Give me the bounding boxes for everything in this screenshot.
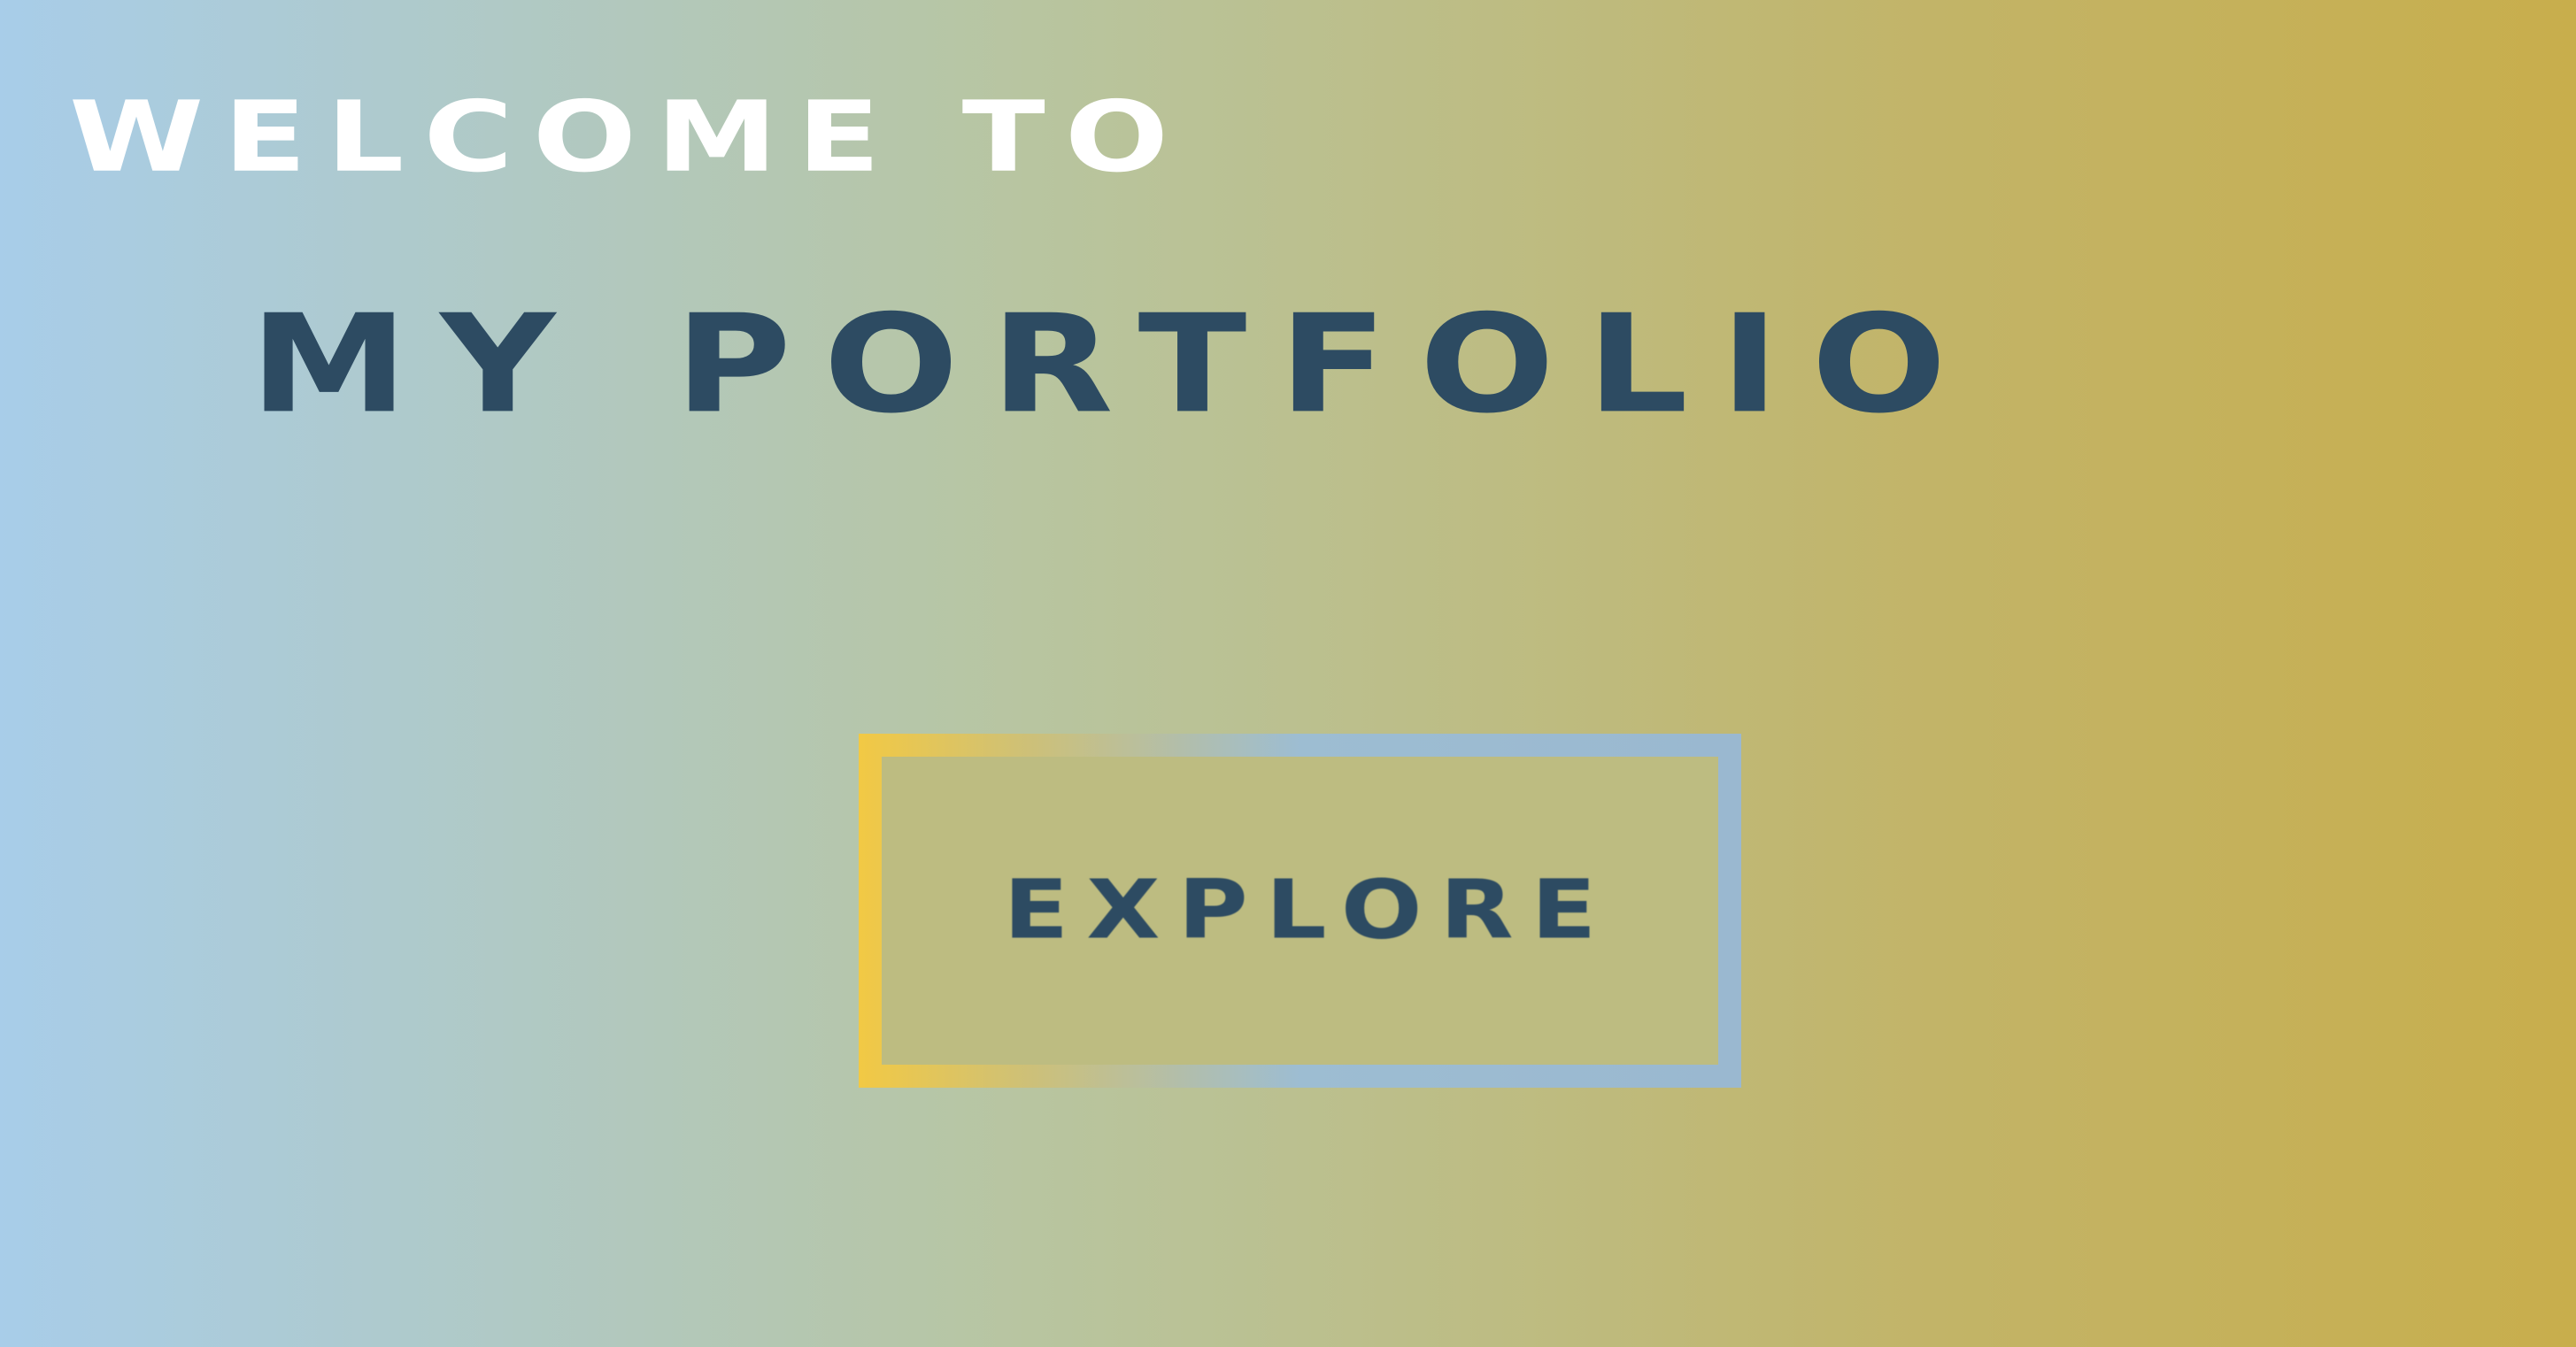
explore-button[interactable]: EXPLORE [859, 734, 1741, 1088]
hero-section: WELCOME TO MY PORTFOLIO EXPLORE [0, 0, 2576, 1347]
welcome-heading: WELCOME TO [69, 80, 1189, 195]
explore-button-label: EXPLORE [1003, 863, 1615, 958]
portfolio-title: MY PORTFOLIO [250, 286, 1979, 443]
